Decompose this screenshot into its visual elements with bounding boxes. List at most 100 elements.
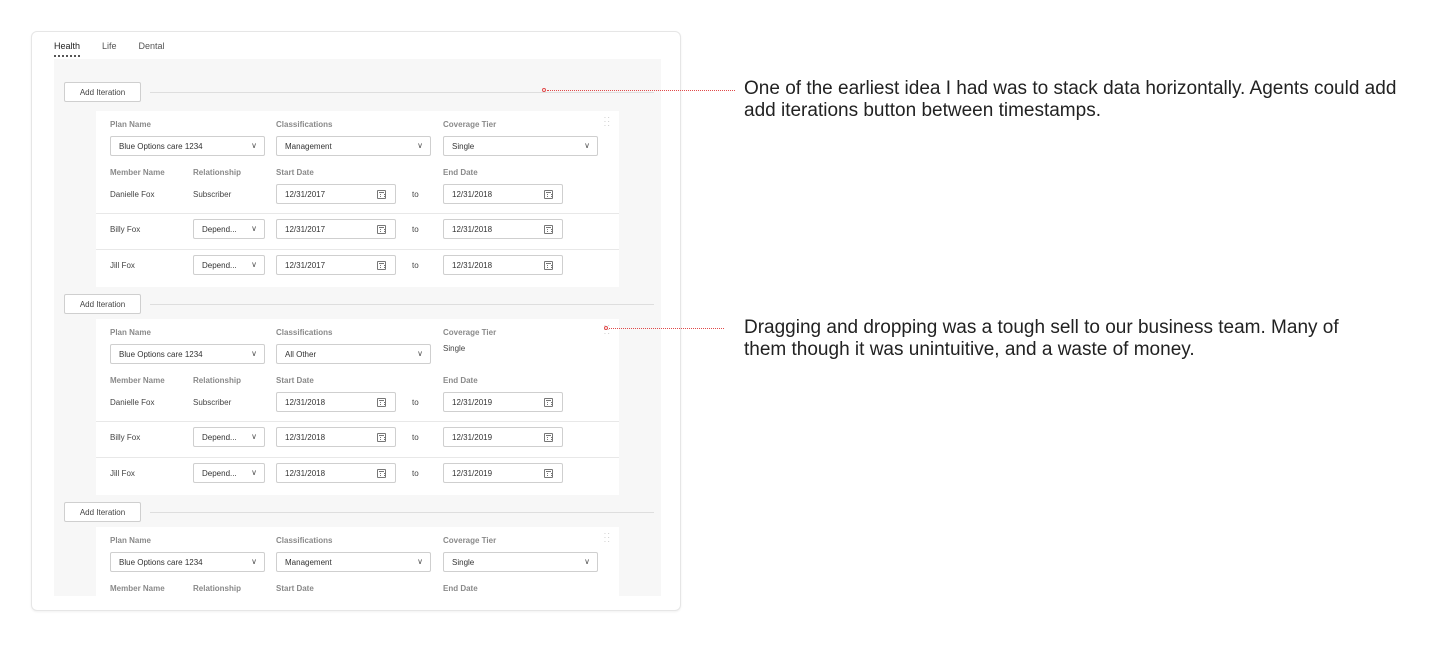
coverage-tier-value: Single (452, 557, 475, 567)
plan-select[interactable]: Blue Options care 1234 ∨ (110, 552, 265, 572)
to-label: to (412, 469, 419, 478)
calendar-icon[interactable] (544, 433, 553, 442)
drag-handle-icon[interactable]: ·· ·· ·· (604, 530, 611, 546)
relationship-select[interactable]: Depend... ∨ (193, 255, 265, 275)
add-iteration-row: Add Iteration (64, 294, 654, 314)
drag-handle-icon[interactable]: ·· ·· ·· (604, 114, 611, 130)
member-name: Jill Fox (110, 261, 135, 270)
calendar-icon[interactable] (377, 261, 386, 270)
calendar-icon[interactable] (544, 261, 553, 270)
start-date-value: 12/31/2017 (285, 189, 326, 199)
end-date-input[interactable]: 12/31/2019 (443, 463, 563, 483)
classification-value: Management (285, 141, 332, 151)
plan-select[interactable]: Blue Options care 1234 ∨ (110, 136, 265, 156)
divider (150, 92, 654, 93)
relationship-select[interactable]: Depend... ∨ (193, 463, 265, 483)
start-date-input[interactable]: 12/31/2018 (276, 392, 396, 412)
end-date-input[interactable]: 12/31/2019 (443, 392, 563, 412)
end-date-value: 12/31/2019 (452, 432, 493, 442)
add-iteration-button[interactable]: Add Iteration (64, 294, 141, 314)
member-name: Danielle Fox (110, 190, 155, 199)
member-name: Billy Fox (110, 225, 141, 234)
start-date-input[interactable]: 12/31/2017 (276, 219, 396, 239)
calendar-icon[interactable] (377, 433, 386, 442)
coverage-tier-select[interactable]: Single ∨ (443, 552, 598, 572)
chevron-down-icon: ∨ (251, 432, 257, 441)
calendar-icon[interactable] (544, 225, 553, 234)
tab-bar: Health Life Dental (54, 41, 165, 57)
to-label: to (412, 225, 419, 234)
end-date-input[interactable]: 12/31/2019 (443, 427, 563, 447)
add-iteration-row: Add Iteration (64, 82, 654, 102)
relationship-value: Subscriber (193, 398, 232, 407)
iteration-panel: ·· ·· ·· Plan Name Classifications Coverag… (96, 111, 619, 287)
member-name: Jill Fox (110, 469, 135, 478)
start-date-label: Start Date (276, 584, 314, 593)
relationship-value: Depend... (202, 224, 237, 234)
start-date-input[interactable]: 12/31/2017 (276, 184, 396, 204)
calendar-icon[interactable] (377, 469, 386, 478)
relationship-select[interactable]: Depend... ∨ (193, 219, 265, 239)
relationship-select[interactable]: Depend... ∨ (193, 427, 265, 447)
tab-life[interactable]: Life (102, 41, 117, 57)
calendar-icon[interactable] (544, 190, 553, 199)
tab-dental[interactable]: Dental (139, 41, 165, 57)
to-label: to (412, 261, 419, 270)
plan-select[interactable]: Blue Options care 1234 ∨ (110, 344, 265, 364)
plan-name-label: Plan Name (110, 120, 151, 129)
calendar-icon[interactable] (544, 398, 553, 407)
coverage-tier-value: Single (443, 344, 466, 353)
annotation-leader-line (547, 90, 735, 91)
relationship-value: Depend... (202, 260, 237, 270)
tab-health[interactable]: Health (54, 41, 81, 57)
add-iteration-button[interactable]: Add Iteration (64, 502, 141, 522)
chevron-down-icon: ∨ (251, 349, 257, 358)
coverage-tier-select[interactable]: Single ∨ (443, 136, 598, 156)
chevron-down-icon: ∨ (417, 557, 423, 566)
start-date-input[interactable]: 12/31/2018 (276, 463, 396, 483)
calendar-icon[interactable] (377, 398, 386, 407)
end-date-input[interactable]: 12/31/2018 (443, 184, 563, 204)
classification-select[interactable]: All Other ∨ (276, 344, 431, 364)
relationship-label: Relationship (193, 376, 242, 385)
coverage-tier-label: Coverage Tier (443, 120, 497, 129)
start-date-value: 12/31/2017 (285, 260, 326, 270)
end-date-label: End Date (443, 584, 478, 593)
coverage-card: Health Life Dental Add Iteration ·· ·· ·· … (31, 31, 681, 611)
calendar-icon[interactable] (377, 190, 386, 199)
relationship-value: Depend... (202, 432, 237, 442)
start-date-input[interactable]: 12/31/2017 (276, 255, 396, 275)
chevron-down-icon: ∨ (251, 141, 257, 150)
member-name: Danielle Fox (110, 398, 155, 407)
member-name-label: Member Name (110, 584, 165, 593)
member-name-label: Member Name (110, 168, 165, 177)
divider (150, 304, 654, 305)
to-label: to (412, 433, 419, 442)
end-date-value: 12/31/2018 (452, 260, 493, 270)
classification-select[interactable]: Management ∨ (276, 136, 431, 156)
annotation-leader-line (609, 328, 724, 329)
chevron-down-icon: ∨ (417, 349, 423, 358)
calendar-icon[interactable] (544, 469, 553, 478)
classifications-label: Classifications (276, 328, 333, 337)
classification-select[interactable]: Management ∨ (276, 552, 431, 572)
start-date-value: 12/31/2018 (285, 468, 326, 478)
add-iteration-button[interactable]: Add Iteration (64, 82, 141, 102)
plan-value: Blue Options care 1234 (119, 557, 203, 567)
classifications-label: Classifications (276, 120, 333, 129)
end-date-input[interactable]: 12/31/2018 (443, 255, 563, 275)
relationship-value: Subscriber (193, 190, 232, 199)
relationship-label: Relationship (193, 168, 242, 177)
start-date-input[interactable]: 12/31/2018 (276, 427, 396, 447)
chevron-down-icon: ∨ (584, 557, 590, 566)
relationship-value: Depend... (202, 468, 237, 478)
start-date-label: Start Date (276, 376, 314, 385)
classifications-label: Classifications (276, 536, 333, 545)
row-divider (96, 213, 619, 214)
end-date-input[interactable]: 12/31/2018 (443, 219, 563, 239)
to-label: to (412, 190, 419, 199)
coverage-tier-label: Coverage Tier (443, 536, 497, 545)
member-name: Billy Fox (110, 433, 141, 442)
calendar-icon[interactable] (377, 225, 386, 234)
chevron-down-icon: ∨ (251, 557, 257, 566)
